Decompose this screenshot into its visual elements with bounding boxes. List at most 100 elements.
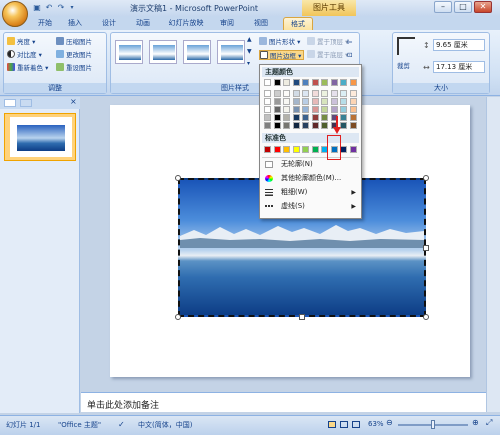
tab-design[interactable]: 设计: [98, 17, 120, 30]
theme-color-swatch[interactable]: [330, 98, 338, 105]
theme-color-swatch[interactable]: [292, 114, 300, 121]
resize-handle-tl[interactable]: [175, 175, 181, 181]
theme-color-swatch[interactable]: [292, 90, 300, 97]
theme-color-swatch[interactable]: [283, 122, 290, 129]
theme-color-swatch[interactable]: [292, 106, 300, 113]
menu-item-weight[interactable]: 粗细(W) ▶: [262, 187, 359, 198]
theme-color-swatch[interactable]: [321, 79, 328, 86]
styles-more-icon[interactable]: ▾: [247, 59, 250, 69]
theme-color-swatch[interactable]: [273, 122, 281, 129]
theme-color-swatch[interactable]: [321, 90, 328, 97]
theme-color-swatch[interactable]: [311, 122, 319, 129]
resize-handle-right[interactable]: [423, 245, 429, 251]
picture-style-1[interactable]: [115, 40, 143, 64]
theme-color-swatch[interactable]: [264, 90, 271, 97]
theme-color-swatch[interactable]: [311, 98, 319, 105]
resize-handle-bottom[interactable]: [299, 314, 305, 320]
minimize-button[interactable]: –: [434, 1, 452, 13]
picture-style-2[interactable]: [149, 40, 177, 64]
theme-color-swatch[interactable]: [302, 90, 309, 97]
fit-slide-icon[interactable]: ⤢: [486, 418, 492, 428]
styles-scroll-up-icon[interactable]: ▲: [247, 35, 252, 45]
theme-color-swatch[interactable]: [302, 114, 309, 121]
theme-color-swatch[interactable]: [340, 90, 347, 97]
compress-pictures-button[interactable]: 压缩图片: [56, 37, 92, 47]
close-pane-icon[interactable]: ×: [70, 97, 77, 106]
contrast-button[interactable]: 对比度 ▾: [7, 50, 42, 60]
resize-handle-br[interactable]: [423, 314, 429, 320]
theme-color-swatch[interactable]: [292, 98, 300, 105]
theme-color-swatch[interactable]: [349, 90, 357, 97]
theme-color-swatch[interactable]: [349, 98, 357, 105]
standard-color-swatch[interactable]: [273, 146, 281, 153]
standard-color-swatch[interactable]: [340, 146, 347, 153]
theme-color-swatch[interactable]: [340, 79, 347, 86]
theme-color-swatch[interactable]: [330, 106, 338, 113]
theme-color-swatch[interactable]: [283, 79, 290, 86]
standard-color-swatch[interactable]: [349, 146, 357, 153]
theme-color-swatch[interactable]: [330, 90, 338, 97]
send-to-back-button[interactable]: 置于底层 ▾: [307, 50, 348, 60]
brightness-button[interactable]: 亮度 ▾: [7, 37, 35, 47]
picture-shape-button[interactable]: 图片形状 ▾: [259, 37, 300, 47]
theme-color-swatch[interactable]: [340, 114, 347, 121]
status-zoom[interactable]: 63%: [368, 420, 384, 428]
theme-color-swatch[interactable]: [340, 106, 347, 113]
theme-color-swatch[interactable]: [273, 79, 281, 86]
picture-border-button[interactable]: 图片边框 ▾: [259, 50, 305, 60]
theme-color-swatch[interactable]: [321, 114, 328, 121]
theme-color-swatch[interactable]: [302, 122, 309, 129]
standard-color-swatch[interactable]: [311, 146, 319, 153]
width-field[interactable]: 17.13 厘米: [433, 61, 485, 73]
theme-color-swatch[interactable]: [340, 122, 347, 129]
theme-color-swatch[interactable]: [264, 106, 271, 113]
zoom-slider-thumb[interactable]: [431, 420, 435, 429]
vertical-scrollbar[interactable]: [486, 97, 500, 412]
undo-icon[interactable]: ↶: [44, 3, 54, 13]
picture-style-3[interactable]: [183, 40, 211, 64]
theme-color-swatch[interactable]: [349, 106, 357, 113]
tab-view[interactable]: 视图: [250, 17, 272, 30]
office-button[interactable]: [2, 1, 28, 27]
theme-color-swatch[interactable]: [349, 79, 357, 86]
crop-icon[interactable]: [397, 37, 415, 55]
status-language[interactable]: 中文(简体，中国): [138, 420, 192, 430]
picture-style-4[interactable]: [217, 40, 245, 64]
theme-color-swatch[interactable]: [311, 114, 319, 121]
spellcheck-icon[interactable]: ✓: [118, 420, 125, 429]
theme-color-swatch[interactable]: [264, 79, 271, 86]
slides-tab-icon[interactable]: [4, 99, 16, 107]
standard-color-swatch[interactable]: [302, 146, 309, 153]
bring-to-front-button[interactable]: 置于顶层 ▾: [307, 37, 348, 47]
tab-insert[interactable]: 插入: [64, 17, 86, 30]
theme-color-swatch[interactable]: [349, 114, 357, 121]
theme-color-swatch[interactable]: [283, 106, 290, 113]
theme-color-swatch[interactable]: [264, 122, 271, 129]
maximize-button[interactable]: □: [454, 1, 472, 13]
quick-access-menu-icon[interactable]: ▾: [67, 3, 77, 13]
theme-color-swatch[interactable]: [264, 114, 271, 121]
theme-color-swatch[interactable]: [273, 114, 281, 121]
theme-color-swatch[interactable]: [273, 90, 281, 97]
theme-color-swatch[interactable]: [321, 106, 328, 113]
theme-color-swatch[interactable]: [302, 98, 309, 105]
theme-color-swatch[interactable]: [283, 98, 290, 105]
zoom-in-icon[interactable]: ⊕: [472, 418, 479, 427]
slideshow-view-icon[interactable]: [352, 421, 360, 428]
theme-color-swatch[interactable]: [302, 106, 309, 113]
standard-color-swatch[interactable]: [283, 146, 290, 153]
normal-view-icon[interactable]: [328, 421, 336, 428]
theme-color-swatch[interactable]: [273, 106, 281, 113]
redo-icon[interactable]: ↷: [56, 3, 66, 13]
theme-color-swatch[interactable]: [311, 106, 319, 113]
menu-item-dashes[interactable]: 虚线(S) ▶: [262, 201, 359, 212]
recolor-button[interactable]: 重新着色 ▾: [7, 63, 48, 73]
height-field[interactable]: 9.65 厘米: [433, 39, 485, 51]
tab-home[interactable]: 开始: [34, 17, 56, 30]
tab-review[interactable]: 审阅: [216, 17, 238, 30]
theme-color-swatch[interactable]: [330, 79, 338, 86]
outline-tab-icon[interactable]: [20, 99, 32, 107]
theme-color-swatch[interactable]: [292, 79, 300, 86]
theme-color-swatch[interactable]: [321, 98, 328, 105]
crop-button[interactable]: 裁剪: [397, 61, 410, 71]
